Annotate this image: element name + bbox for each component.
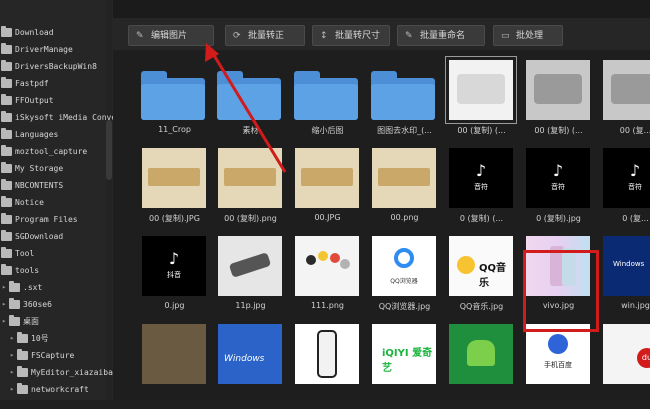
red-arrow-annotation [205, 43, 287, 173]
